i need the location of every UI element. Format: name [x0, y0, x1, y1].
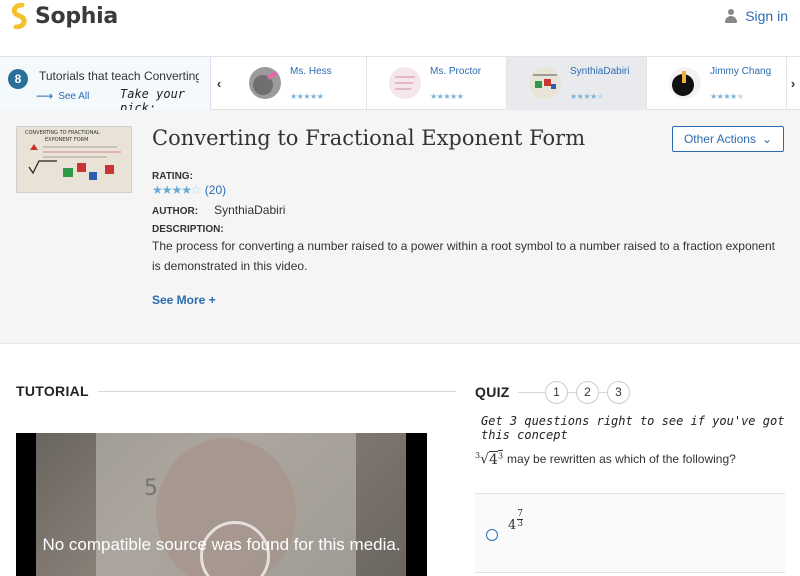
chevron-right-icon[interactable]: ›: [785, 57, 800, 110]
author-name: SynthiaDabiri: [214, 203, 286, 217]
tutor-name: Ms. Hess: [290, 66, 332, 77]
tutorials-strip: 8 Tutorials that teach Converting ⟶ See …: [0, 57, 800, 115]
tutorial-count-badge: 8: [8, 69, 28, 89]
tutor-card-proctor[interactable]: Ms. Proctor ★★★★★: [367, 57, 507, 110]
star-rating-icon: ★★★★★: [430, 92, 464, 101]
tutor-avatar: [529, 67, 561, 99]
other-actions-button[interactable]: Other Actions ⌄: [672, 126, 784, 152]
page-title: Converting to Fractional Exponent Form: [152, 126, 586, 150]
svg-text:5: 5: [144, 476, 158, 501]
star-rating-icon: ★★★★☆: [152, 183, 202, 197]
tutor-avatar: [669, 67, 701, 99]
quiz-step-1[interactable]: 1: [545, 381, 568, 404]
arrow-right-icon: ⟶: [36, 89, 54, 103]
svg-text:EXPONENT FORM: EXPONENT FORM: [45, 137, 88, 143]
lesson-info-panel: CONVERTING TO FRACTIONAL EXPONENT FORM C…: [0, 110, 800, 344]
quiz-tagline: Get 3 questions right to see if you've g…: [481, 414, 785, 442]
answer-option[interactable]: 47 3: [475, 493, 785, 573]
tutor-avatar: [249, 67, 281, 99]
chevron-left-icon[interactable]: ‹: [211, 57, 227, 110]
quiz-step-2[interactable]: 2: [576, 381, 599, 404]
tutor-card-chang[interactable]: Jimmy Chang ★★★★★: [647, 57, 787, 110]
tutorial-heading: TUTORIAL: [16, 383, 89, 399]
video-error-message: No compatible source was found for this …: [42, 535, 401, 554]
user-icon: [725, 9, 738, 23]
author-label: AUTHOR:: [152, 206, 199, 217]
radio-button[interactable]: [486, 529, 498, 541]
svg-text:CONVERTING TO FRACTIONAL: CONVERTING TO FRACTIONAL: [25, 130, 100, 136]
quiz-step-3[interactable]: 3: [607, 381, 630, 404]
chevron-down-icon: ⌄: [761, 132, 773, 146]
answer-expression: 47 3: [508, 509, 524, 533]
other-actions-label: Other Actions: [683, 132, 756, 146]
tutor-name: Jimmy Chang: [710, 66, 772, 77]
video-player[interactable]: 5 No compatible source was found for thi…: [16, 433, 427, 576]
tutor-name: SynthiaDabiri: [570, 66, 630, 77]
star-rating-icon: ★★★★★: [290, 92, 324, 101]
tutor-name: Ms. Proctor: [430, 66, 482, 77]
quiz-heading: QUIZ: [475, 384, 510, 400]
star-rating-icon: ★★★★★: [710, 92, 744, 101]
rating-count[interactable]: (20): [205, 183, 226, 197]
description-label: DESCRIPTION:: [152, 224, 224, 235]
tutorials-summary: 8 Tutorials that teach Converting ⟶ See …: [0, 57, 211, 115]
divider: [98, 391, 456, 392]
tutorials-title: Tutorials that teach Converting: [39, 69, 199, 83]
site-header: Sophia Sign in: [0, 0, 800, 57]
sophia-logo-icon: [11, 3, 27, 29]
see-all-link[interactable]: ⟶ See All: [36, 89, 89, 103]
rating-label: RATING:: [152, 171, 193, 182]
lesson-thumbnail[interactable]: CONVERTING TO FRACTIONAL EXPONENT FORM: [16, 126, 132, 193]
see-all-label: See All: [58, 90, 90, 102]
tutor-card-hess[interactable]: Ms. Hess ★★★★★: [227, 57, 367, 110]
tutor-card-synthiadabiri[interactable]: SynthiaDabiri ★★★★★: [507, 57, 647, 110]
brand-name: Sophia: [35, 3, 118, 29]
quiz-question: 3√43 may be rewritten as which of the fo…: [475, 451, 736, 468]
sophia-logo[interactable]: Sophia: [10, 3, 118, 29]
see-more-link[interactable]: See More +: [152, 293, 216, 307]
lesson-description: The process for converting a number rais…: [152, 239, 775, 273]
sign-in-label: Sign in: [745, 8, 788, 24]
sign-in-link[interactable]: Sign in: [725, 8, 788, 24]
author-row: AUTHOR: SynthiaDabiri: [152, 203, 285, 217]
quiz-steps: 1 2 3: [545, 381, 630, 404]
star-rating-icon: ★★★★★: [570, 92, 604, 101]
tutor-avatar: [389, 67, 421, 99]
question-text: may be rewritten as which of the followi…: [507, 452, 736, 467]
radical-expression: 3√43: [475, 451, 504, 468]
rating-row: ★★★★☆ (20): [152, 183, 226, 197]
